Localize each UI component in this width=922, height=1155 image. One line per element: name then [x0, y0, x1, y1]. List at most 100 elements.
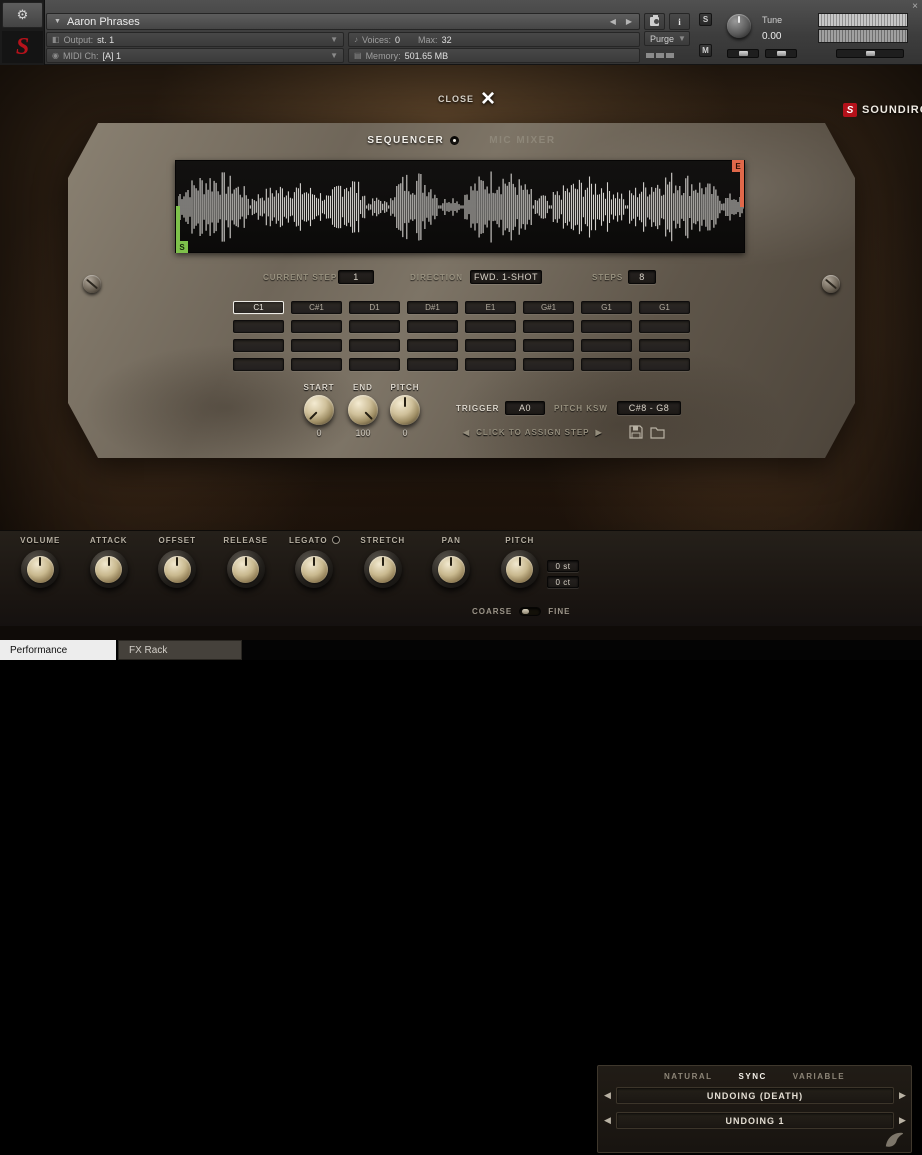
step-button-r4-c7[interactable]	[581, 358, 632, 371]
assign-next-icon[interactable]: ▶	[596, 428, 603, 437]
close-overlay-button[interactable]: CLOSE ×	[438, 87, 495, 111]
tools-button[interactable]: ⚙	[2, 2, 43, 28]
knob-legato[interactable]	[295, 550, 334, 588]
knob-block-attack: ATTACK	[75, 535, 144, 588]
tab-sync[interactable]: SYNC	[739, 1072, 767, 1081]
tab-variable[interactable]: VARIABLE	[793, 1072, 845, 1081]
knob-release[interactable]	[226, 550, 265, 588]
phrase-name-next-icon[interactable]: ▶	[899, 1115, 906, 1126]
step-button-r3-c6[interactable]	[523, 339, 574, 352]
tab-mic-mixer[interactable]: MIC MIXER	[489, 135, 555, 146]
step-button-r1-c3[interactable]: D1	[349, 301, 400, 314]
step-button-r3-c4[interactable]	[407, 339, 458, 352]
step-button-r4-c3[interactable]	[349, 358, 400, 371]
start-marker-label[interactable]: S	[176, 241, 188, 253]
phrase-name-prev-icon[interactable]: ◀	[604, 1115, 611, 1126]
purge-dropdown[interactable]: Purge ▼	[644, 31, 690, 46]
phrase-category-next-icon[interactable]: ▶	[899, 1090, 906, 1101]
snapshot-camera-button[interactable]	[644, 13, 665, 30]
step-button-r3-c2[interactable]	[291, 339, 342, 352]
midi-strip[interactable]: ◉ MIDI Ch: [A] 1 ▼	[46, 48, 344, 63]
waveform-svg	[178, 171, 744, 243]
pitch-semitone-value[interactable]: 0 st	[547, 560, 579, 572]
step-button-r3-c3[interactable]	[349, 339, 400, 352]
step-button-r3-c7[interactable]	[581, 339, 632, 352]
step-button-r3-c1[interactable]	[233, 339, 284, 352]
step-button-r3-c8[interactable]	[639, 339, 690, 352]
direction-value[interactable]: FWD. 1-SHOT	[470, 270, 542, 284]
purge-dropdown-icon[interactable]: ▼	[678, 34, 686, 43]
knob-cap	[95, 555, 123, 583]
step-button-r3-c5[interactable]	[465, 339, 516, 352]
phrase-category-prev-icon[interactable]: ◀	[604, 1090, 611, 1101]
step-button-r2-c5[interactable]	[465, 320, 516, 333]
mute-button[interactable]: M	[699, 44, 712, 57]
knob-label-legato: LEGATO	[289, 535, 340, 545]
start-knob[interactable]	[304, 395, 334, 425]
waveform-display[interactable]: S E	[175, 160, 745, 253]
instrument-dropdown-icon[interactable]: ▼	[54, 18, 61, 25]
trigger-value[interactable]: A0	[505, 401, 545, 415]
tab-natural[interactable]: NATURAL	[664, 1072, 713, 1081]
pan-mini-slider[interactable]	[727, 49, 759, 58]
tab-fx-rack[interactable]: FX Rack	[118, 640, 242, 660]
output-strip[interactable]: ◧ Output: st. 1 ▼	[46, 32, 344, 47]
pitch-ksw-value[interactable]: C#8 - G8	[617, 401, 681, 415]
step-button-r1-c6[interactable]: G#1	[523, 301, 574, 314]
save-preset-button[interactable]	[627, 424, 644, 440]
step-button-r4-c6[interactable]	[523, 358, 574, 371]
load-preset-button[interactable]	[649, 424, 666, 440]
tab-performance[interactable]: Performance	[0, 640, 116, 660]
current-step-value[interactable]: 1	[338, 270, 374, 284]
step-button-r1-c8[interactable]: G1	[639, 301, 690, 314]
step-button-r1-c7[interactable]: G1	[581, 301, 632, 314]
prev-instrument-icon[interactable]: ◀	[610, 17, 616, 26]
step-button-r1-c2[interactable]: C#1	[291, 301, 342, 314]
knob-block-legato: LEGATO	[280, 535, 349, 588]
phrase-category-select[interactable]: UNDOING (DEATH)	[616, 1087, 894, 1104]
instrument-title-bar[interactable]: ▼ Aaron Phrases ◀ ▶	[46, 13, 640, 30]
next-instrument-icon[interactable]: ▶	[626, 17, 632, 26]
width-mini-slider[interactable]	[765, 49, 797, 58]
step-grid: C1 C#1 D1 D#1 E1 G#1 G1 G1	[233, 301, 690, 371]
step-button-r4-c5[interactable]	[465, 358, 516, 371]
step-button-r4-c8[interactable]	[639, 358, 690, 371]
assign-prev-icon[interactable]: ◀	[463, 428, 470, 437]
legato-toggle[interactable]	[331, 536, 340, 544]
solo-button[interactable]: S	[699, 13, 712, 26]
header-close-icon[interactable]: ×	[912, 1, 918, 12]
pitch-knob-block: PITCH 0	[382, 383, 428, 438]
knob-pan[interactable]	[432, 550, 471, 588]
knob-pitch[interactable]	[500, 550, 539, 588]
midi-dropdown-icon[interactable]: ▼	[330, 51, 338, 60]
step-button-r2-c2[interactable]	[291, 320, 342, 333]
step-button-r4-c4[interactable]	[407, 358, 458, 371]
step-button-r2-c6[interactable]	[523, 320, 574, 333]
step-button-r4-c2[interactable]	[291, 358, 342, 371]
tab-sequencer[interactable]: SEQUENCER	[367, 135, 460, 146]
phrase-name-select[interactable]: UNDOING 1	[616, 1112, 894, 1129]
knob-offset[interactable]	[158, 550, 197, 588]
end-knob[interactable]	[348, 395, 378, 425]
step-button-r2-c1[interactable]	[233, 320, 284, 333]
knob-attack[interactable]	[89, 550, 128, 588]
pitch-knob[interactable]	[390, 395, 420, 425]
coarse-fine-toggle[interactable]	[519, 607, 542, 616]
pitch-cent-value[interactable]: 0 ct	[547, 576, 579, 588]
output-dropdown-icon[interactable]: ▼	[330, 35, 338, 44]
step-button-r2-c7[interactable]	[581, 320, 632, 333]
end-marker-label[interactable]: E	[732, 160, 744, 172]
volume-mini-slider[interactable]	[836, 49, 904, 58]
step-button-r1-c1[interactable]: C1	[233, 301, 284, 314]
info-button[interactable]: i	[669, 13, 690, 30]
step-button-r2-c3[interactable]	[349, 320, 400, 333]
knob-volume[interactable]	[21, 550, 60, 588]
step-button-r4-c1[interactable]	[233, 358, 284, 371]
knob-stretch[interactable]	[363, 550, 402, 588]
step-button-r1-c4[interactable]: D#1	[407, 301, 458, 314]
step-button-r1-c5[interactable]: E1	[465, 301, 516, 314]
tune-knob[interactable]	[727, 14, 751, 38]
steps-value[interactable]: 8	[628, 270, 656, 284]
step-button-r2-c8[interactable]	[639, 320, 690, 333]
step-button-r2-c4[interactable]	[407, 320, 458, 333]
